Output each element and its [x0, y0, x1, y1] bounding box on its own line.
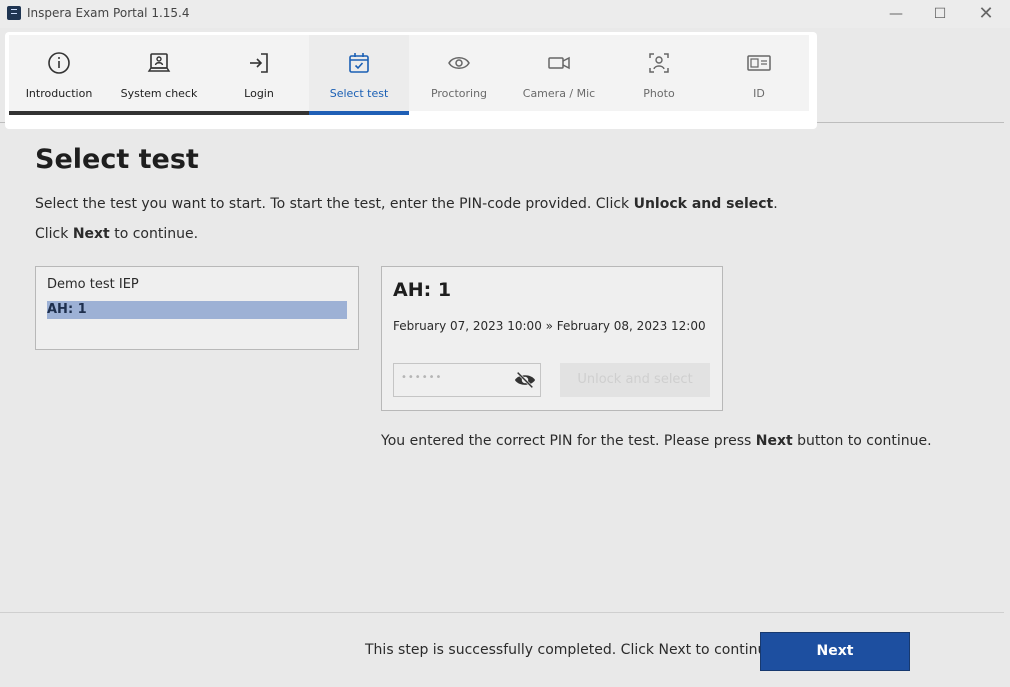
minimize-icon[interactable]: — — [878, 2, 914, 26]
pin-value: •••••• — [401, 372, 443, 383]
calendar-check-icon — [349, 53, 369, 73]
unlock-and-select-button[interactable]: Unlock and select — [560, 363, 710, 397]
close-icon[interactable]: ✕ — [968, 2, 1004, 26]
app-icon — [7, 6, 21, 20]
eye-off-icon[interactable] — [514, 370, 536, 390]
eye-icon — [448, 57, 470, 69]
step-label: Camera / Mic — [522, 87, 596, 100]
id-card-icon — [747, 55, 771, 71]
next-button[interactable]: Next — [760, 632, 910, 671]
step-label: Login — [244, 87, 274, 100]
step-id[interactable]: ID — [709, 35, 809, 111]
test-list-item[interactable]: AH: 1 — [47, 301, 347, 319]
laptop-user-icon — [147, 53, 171, 72]
footer-status: This step is successfully completed. Cli… — [365, 642, 780, 658]
step-label: ID — [753, 87, 765, 100]
step-camera-mic[interactable]: Camera / Mic — [509, 35, 609, 111]
step-label: Introduction — [25, 87, 93, 100]
step-label: System check — [120, 87, 198, 100]
video-camera-icon — [548, 56, 570, 70]
step-label: Select test — [329, 87, 389, 100]
stepper: Introduction System check Login Select t… — [9, 35, 809, 111]
stepper-panel: Introduction System check Login Select t… — [5, 32, 817, 129]
test-group-label: Demo test IEP — [47, 277, 139, 292]
progress-current — [309, 111, 409, 115]
footer-divider — [0, 612, 1004, 613]
page-title: Select test — [35, 144, 199, 175]
step-proctoring[interactable]: Proctoring — [409, 35, 509, 111]
face-scan-icon — [649, 53, 669, 73]
continue-text: Click Next to continue. — [35, 226, 199, 242]
instruction-text: Select the test you want to start. To st… — [35, 196, 778, 212]
step-login[interactable]: Login — [209, 35, 309, 111]
maximize-icon[interactable]: ☐ — [922, 2, 958, 26]
step-introduction[interactable]: Introduction — [9, 35, 109, 111]
login-icon — [250, 53, 268, 73]
step-system-check[interactable]: System check — [109, 35, 209, 111]
success-message: You entered the correct PIN for the test… — [381, 433, 932, 449]
info-icon — [48, 52, 70, 74]
step-label: Photo — [643, 87, 675, 100]
test-card-dates: February 07, 2023 10:00 » February 08, 2… — [393, 319, 706, 333]
step-photo[interactable]: Photo — [609, 35, 709, 111]
step-select-test[interactable]: Select test — [309, 35, 409, 111]
window-titlebar: Inspera Exam Portal 1.15.4 — ☐ ✕ — [0, 0, 1010, 28]
step-label: Proctoring — [430, 87, 488, 100]
window-title: Inspera Exam Portal 1.15.4 — [27, 6, 190, 20]
progress-completed — [9, 111, 309, 115]
test-card-title: AH: 1 — [393, 279, 452, 301]
